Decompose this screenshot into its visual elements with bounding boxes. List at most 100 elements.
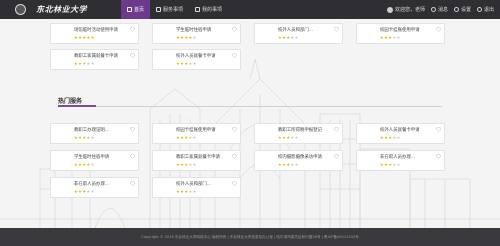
nav-my-items[interactable]: 我的事项 (189, 0, 228, 19)
service-card[interactable]: 教职工家属就餐卡申请 ★★★★★ (50, 49, 139, 70)
section-accent-bar (58, 105, 96, 107)
service-card-title: 学生临时住宿申请 (176, 28, 212, 33)
service-card-title: 教职工办理证明... (74, 128, 109, 133)
service-card[interactable]: 学生临时住宿申请 ★★★★★ (50, 150, 139, 171)
favorite-heart-icon[interactable] (130, 127, 135, 132)
gear-icon (453, 7, 459, 12)
favorite-heart-icon[interactable] (232, 27, 237, 32)
star-icon: ★ (396, 135, 401, 140)
service-card[interactable]: 教职工家属就餐卡申请 ★★★★★ (152, 150, 241, 171)
university-logo[interactable] (0, 0, 40, 19)
service-card-title: 校外人员和部门... (176, 182, 211, 187)
service-card-title: 校外人员和部门... (278, 28, 313, 33)
service-rating-stars: ★★★★★ (176, 189, 197, 194)
logout-label: 退出 (483, 7, 494, 13)
star-icon: ★ (90, 135, 95, 140)
power-icon (476, 7, 482, 12)
service-rating-stars: ★★★★★ (74, 162, 95, 167)
service-card[interactable]: 校园卡挂账使用申请 ★★★★★ (152, 123, 241, 144)
service-card[interactable]: 校园卡挂账使用申请 ★★★★★ (356, 23, 445, 44)
service-card-title: 校外人员就餐卡申请 (176, 54, 216, 59)
footer: Copyright © 2016 东北林业大学网络中心 版权所有 | 东北林业大… (0, 228, 500, 246)
star-icon: ★ (192, 35, 197, 40)
service-rating-stars: ★★★★★ (176, 135, 197, 140)
home-icon (127, 7, 132, 12)
favorite-heart-icon[interactable] (232, 154, 237, 159)
user-menu[interactable]: 欢迎您，老师 (386, 6, 425, 13)
service-card[interactable]: 教职工办理证明... ★★★★★ (50, 123, 139, 144)
star-icon: ★ (192, 189, 197, 194)
service-card-title: 非在职人员办理... (380, 155, 415, 160)
university-seal-icon (14, 4, 26, 15)
favorite-heart-icon[interactable] (334, 27, 339, 32)
service-card[interactable]: 校外人员就餐卡申请 ★★★★★ (356, 123, 445, 144)
main-nav: 首页 服务事项 我的事项 (121, 0, 228, 19)
favorite-heart-icon[interactable] (130, 181, 135, 186)
star-icon: ★ (192, 162, 197, 167)
hot-services-title: 热门服务 (58, 98, 83, 105)
service-card-title: 教职工所得税申报登记 (278, 128, 322, 133)
star-icon: ★ (90, 61, 95, 66)
user-name: 欢迎您，老师 (394, 7, 425, 13)
message-icon (430, 7, 436, 12)
favorite-heart-icon[interactable] (436, 27, 441, 32)
service-card[interactable]: 教职工所得税申报登记 ★★★★★ (254, 123, 343, 144)
main-content: 场馆临时活动使用申请 ★★★★★ 学生临时住宿申请 ★★★★★ 校外人员和部门... ★★… (50, 19, 450, 228)
service-card[interactable]: 非在职人员办理... ★★★★★ (50, 177, 139, 198)
service-rating-stars: ★★★★★ (278, 162, 299, 167)
logout-button[interactable]: 退出 (476, 6, 494, 13)
grid-icon (156, 7, 162, 12)
favorite-heart-icon[interactable] (130, 53, 135, 58)
service-rating-stars: ★★★★★ (176, 61, 197, 66)
service-rating-stars: ★★★★★ (74, 189, 95, 194)
nav-services-label: 服务事项 (163, 7, 184, 13)
service-card[interactable]: 校外人员就餐卡申请 ★★★★★ (152, 49, 241, 70)
nav-home[interactable]: 首页 (121, 0, 151, 19)
favorite-heart-icon[interactable] (334, 154, 339, 159)
service-card[interactable]: 非在职人员办理... ★★★★★ (356, 150, 445, 171)
service-rating-stars: ★★★★★ (380, 135, 401, 140)
service-card[interactable]: 学生临时住宿申请 ★★★★★ (152, 23, 241, 44)
nav-home-label: 首页 (134, 7, 145, 13)
messages-button[interactable]: 消息 (430, 6, 448, 13)
service-rating-stars: ★★★★★ (74, 61, 95, 66)
service-card-title: 校内摄影摄像采访申请 (278, 155, 322, 160)
favorite-heart-icon[interactable] (436, 127, 441, 132)
service-rating-stars: ★★★★★ (380, 162, 401, 167)
service-card[interactable]: 校外人员和部门... ★★★★★ (254, 23, 343, 44)
nav-my-items-label: 我的事项 (202, 7, 223, 13)
settings-label: 设置 (460, 7, 471, 13)
favorite-heart-icon[interactable] (130, 27, 135, 32)
doc-icon (195, 7, 201, 12)
star-icon: ★ (396, 35, 401, 40)
university-name: 东北林业大学 (36, 4, 87, 14)
service-card-title: 教职工家属就餐卡申请 (176, 155, 220, 160)
service-card[interactable]: 校内摄影摄像采访申请 ★★★★★ (254, 150, 343, 171)
service-card-title: 非在职人员办理... (74, 182, 109, 187)
star-icon: ★ (294, 35, 299, 40)
service-rating-stars: ★★★★★ (74, 35, 95, 40)
service-card-title: 校园卡挂账使用申请 (380, 28, 420, 33)
favorite-heart-icon[interactable] (436, 154, 441, 159)
favorite-heart-icon[interactable] (130, 154, 135, 159)
service-card[interactable]: 校外人员和部门... ★★★★★ (152, 177, 241, 198)
favorite-heart-icon[interactable] (232, 53, 237, 58)
favorite-heart-icon[interactable] (232, 181, 237, 186)
service-card-title: 场馆临时活动使用申请 (74, 28, 118, 33)
service-rating-stars: ★★★★★ (176, 162, 197, 167)
favorite-heart-icon[interactable] (334, 127, 339, 132)
user-area: 欢迎您，老师 消息 设置 退出 (386, 0, 494, 19)
star-icon: ★ (90, 189, 95, 194)
service-card-title: 校外人员就餐卡申请 (380, 128, 420, 133)
service-card[interactable]: 场馆临时活动使用申请 ★★★★★ (50, 23, 139, 44)
settings-button[interactable]: 设置 (453, 6, 471, 13)
messages-label: 消息 (437, 7, 448, 13)
service-rating-stars: ★★★★★ (74, 135, 95, 140)
favorite-heart-icon[interactable] (232, 127, 237, 132)
star-icon: ★ (294, 135, 299, 140)
star-icon: ★ (192, 61, 197, 66)
nav-services[interactable]: 服务事项 (150, 0, 189, 19)
star-icon: ★ (90, 35, 95, 40)
footer-copyright: Copyright © 2016 东北林业大学网络中心 版权所有 | 东北林业大… (141, 234, 359, 239)
top-bar: 东北林业大学 首页 服务事项 我的事项 欢迎您，老师 消息 设置 退出 (0, 0, 500, 19)
